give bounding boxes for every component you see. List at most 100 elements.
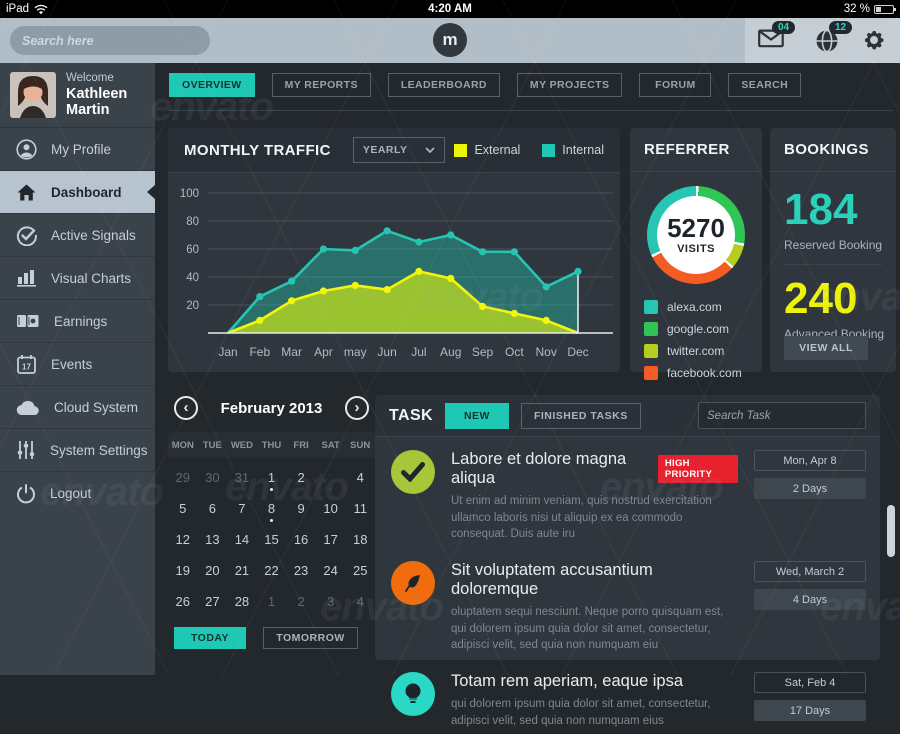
user-icon [16,139,37,160]
search-icon[interactable] [197,32,198,49]
search-input[interactable] [22,34,197,48]
calendar-cell[interactable]: 2 [286,586,316,617]
globe-button[interactable]: 12 [815,29,839,58]
calendar-cell[interactable]: 21 [227,555,257,586]
calendar-cell[interactable]: 22 [257,555,287,586]
svg-text:Jan: Jan [218,345,237,359]
svg-text:Jun: Jun [377,345,396,359]
calendar-widget: ‹ February 2013 › MONTUEWEDTHUFRISATSUN … [168,390,375,670]
calendar-cell[interactable]: 17 [316,524,346,555]
task-search[interactable] [698,402,866,429]
sidebar-item-active-signals[interactable]: Active Signals [0,214,155,257]
finished-tasks-button[interactable]: FINISHED TASKS [521,403,641,429]
calendar-month-title: February 2013 [221,400,323,417]
today-button[interactable]: TODAY [174,627,246,649]
calendar-cell[interactable]: 12 [168,524,198,555]
calendar-cell[interactable]: 27 [198,586,228,617]
task-title: TASK [389,407,433,425]
tomorrow-button[interactable]: TOMORROW [263,627,358,649]
svg-text:Apr: Apr [314,345,333,359]
task-search-input[interactable] [707,410,863,422]
task-days-remaining: 17 Days [754,700,866,721]
chevron-down-icon [425,147,435,153]
task-panel: TASK NEW FINISHED TASKS Labore et dolore… [375,395,880,660]
calendar-cell[interactable]: 5 [168,493,198,524]
calendar-cell-selected[interactable]: 3 [316,462,346,493]
svg-text:Jul: Jul [411,345,426,359]
scrollbar-thumb[interactable] [887,505,895,557]
calendar-cell[interactable]: 4 [345,586,375,617]
calendar-cell[interactable]: 29 [168,462,198,493]
bulb-icon[interactable] [391,672,435,716]
calendar-cell[interactable]: 10 [316,493,346,524]
sidebar-item-dashboard[interactable]: Dashboard [0,171,155,214]
task-item-title[interactable]: Sit voluptatem accusantium doloremque [451,561,738,599]
sidebar: Welcome Kathleen Martin My Profile Dashb… [0,63,155,675]
calendar-cell[interactable]: 26 [168,586,198,617]
calendar-cell[interactable]: 11 [345,493,375,524]
calendar-day-header: THU [257,440,287,451]
sidebar-item-my-profile[interactable]: My Profile [0,128,155,171]
view-all-button[interactable]: VIEW ALL [784,336,868,360]
mail-button[interactable]: 04 [758,29,784,53]
leaf-icon[interactable] [391,561,435,605]
new-task-button[interactable]: NEW [445,403,509,429]
calendar-cell[interactable]: 7 [227,493,257,524]
calendar-cell[interactable]: 4 [345,462,375,493]
task-row: Sit voluptatem accusantium doloremque ol… [375,548,880,659]
calendar-cell[interactable]: 8 [257,493,287,524]
calendar-cell[interactable]: 24 [316,555,346,586]
external-swatch [454,144,467,157]
check-icon[interactable] [391,450,435,494]
sidebar-item-events[interactable]: 17 Events [0,343,155,386]
calendar-cell[interactable]: 1 [257,462,287,493]
calendar-cell[interactable]: 19 [168,555,198,586]
main-content: OVERVIEW MY REPORTS LEADERBOARD MY PROJE… [155,63,900,675]
tab-forum[interactable]: FORUM [639,73,711,97]
calendar-day-header: WED [227,440,257,451]
calendar-cell[interactable]: 25 [345,555,375,586]
traffic-title: MONTHLY TRAFFIC [184,142,331,159]
sidebar-item-earnings[interactable]: Earnings [0,300,155,343]
tabs-divider [168,110,893,111]
calendar-cell[interactable]: 15 [257,524,287,555]
calendar-cell[interactable]: 3 [316,586,346,617]
referrer-legend: alexa.com google.com twitter.com faceboo… [644,300,762,380]
calendar-cell[interactable]: 1 [257,586,287,617]
calendar-cell[interactable]: 28 [227,586,257,617]
bookings-divider [784,264,882,265]
battery-icon [874,5,894,14]
calendar-prev-button[interactable]: ‹ [174,396,198,420]
calendar-cell[interactable]: 30 [198,462,228,493]
calendar-cell[interactable]: 20 [198,555,228,586]
calendar-cell[interactable]: 18 [345,524,375,555]
calendar-cell[interactable]: 16 [286,524,316,555]
calendar-cell[interactable]: 23 [286,555,316,586]
globe-badge: 12 [829,21,852,34]
period-dropdown[interactable]: YEARLY [353,137,445,163]
svg-text:Oct: Oct [505,345,524,359]
calendar-cell[interactable]: 2 [286,462,316,493]
app-logo[interactable]: m [433,23,467,57]
calendar-day-header: SAT [316,440,346,451]
task-item-title[interactable]: Labore et dolore magna aliqua [451,450,648,488]
tab-overview[interactable]: OVERVIEW [169,73,255,97]
sidebar-item-cloud-system[interactable]: Cloud System [0,386,155,429]
calendar-cell[interactable]: 13 [198,524,228,555]
calendar-cell[interactable]: 31 [227,462,257,493]
sidebar-item-visual-charts[interactable]: Visual Charts [0,257,155,300]
calendar-icon: 17 [16,354,37,375]
sidebar-item-logout[interactable]: Logout [0,472,155,515]
tab-search[interactable]: SEARCH [728,73,801,97]
tab-my-projects[interactable]: MY PROJECTS [517,73,622,97]
calendar-cell[interactable]: 6 [198,493,228,524]
tab-leaderboard[interactable]: LEADERBOARD [388,73,500,97]
global-search[interactable] [10,26,210,55]
calendar-next-button[interactable]: › [345,396,369,420]
calendar-cell[interactable]: 9 [286,493,316,524]
sidebar-item-system-settings[interactable]: System Settings [0,429,155,472]
calendar-cell[interactable]: 14 [227,524,257,555]
tab-my-reports[interactable]: MY REPORTS [272,73,371,97]
settings-button[interactable] [862,28,886,57]
profile-block[interactable]: Welcome Kathleen Martin [0,63,155,128]
